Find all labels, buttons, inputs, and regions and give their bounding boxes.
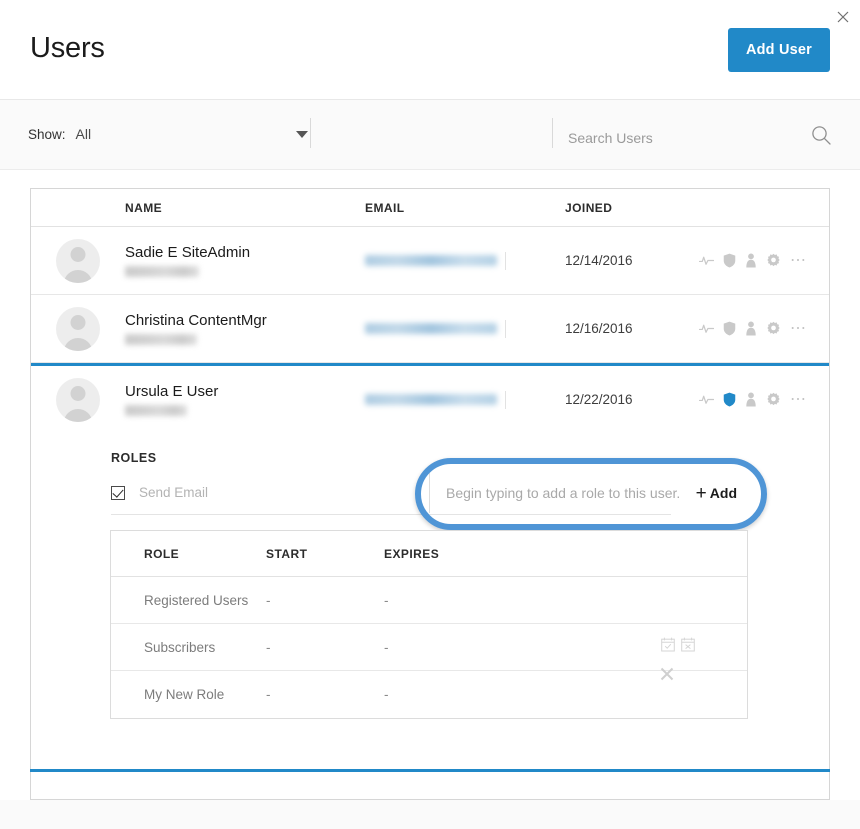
user-joined-date: 12/16/2016	[565, 321, 695, 336]
column-header-name: NAME	[125, 201, 365, 215]
table-row-selected[interactable]: Ursula E User 12/22/2016	[31, 363, 829, 433]
user-login-redacted	[125, 405, 187, 416]
user-email-cell	[365, 391, 565, 409]
show-filter-dropdown[interactable]: Show: All	[28, 126, 310, 142]
send-email-label: Send Email	[139, 485, 208, 500]
shield-icon[interactable]	[723, 253, 736, 268]
panel-bottom-row	[30, 772, 830, 800]
add-user-button[interactable]: Add User	[728, 28, 830, 72]
user-email-cell	[365, 320, 565, 338]
gear-icon[interactable]	[766, 253, 781, 268]
table-row[interactable]: Sadie E SiteAdmin 12/14/2016	[31, 227, 829, 295]
avatar-cell	[31, 378, 125, 422]
user-name-cell: Ursula E User	[125, 383, 365, 416]
activity-icon[interactable]	[699, 392, 714, 407]
column-header-start: START	[266, 547, 384, 561]
search-icon[interactable]	[810, 124, 832, 151]
column-header-expires: EXPIRES	[384, 547, 584, 561]
chevron-down-icon	[296, 131, 308, 138]
role-row[interactable]: My New Role - -	[111, 671, 747, 718]
role-name: Registered Users	[111, 593, 266, 608]
role-row[interactable]: Registered Users - -	[111, 577, 747, 624]
role-row[interactable]: Subscribers - -	[111, 624, 747, 671]
role-expires: -	[384, 593, 584, 608]
role-start: -	[266, 687, 384, 702]
more-icon[interactable]: ⋯	[790, 253, 807, 269]
role-start: -	[266, 593, 384, 608]
close-icon[interactable]	[832, 6, 854, 28]
page-header: Users Add User	[0, 0, 860, 100]
role-expires: -	[384, 640, 584, 655]
page-title: Users	[30, 32, 105, 65]
shield-icon[interactable]	[723, 392, 736, 407]
show-filter-value: All	[76, 126, 296, 142]
add-role-label: Add	[710, 485, 737, 501]
search-users-group	[568, 124, 832, 151]
roles-table-header: ROLE START EXPIRES	[111, 531, 747, 577]
user-joined-date: 12/22/2016	[565, 392, 695, 407]
email-cell-divider	[505, 391, 506, 409]
user-icon[interactable]	[745, 253, 757, 268]
role-name: Subscribers	[111, 640, 266, 655]
role-expires: -	[384, 687, 584, 702]
column-header-joined: JOINED	[565, 201, 695, 215]
activity-icon[interactable]	[699, 321, 714, 336]
activity-icon[interactable]	[699, 253, 714, 268]
user-icon[interactable]	[745, 321, 757, 336]
page-footer	[0, 800, 860, 829]
column-header-role: ROLE	[111, 547, 266, 561]
filter-divider-left	[310, 118, 311, 148]
user-email-redacted	[365, 255, 497, 266]
user-joined-date: 12/14/2016	[565, 253, 695, 268]
add-role-button[interactable]: + Add	[696, 484, 743, 503]
row-actions: ⋯	[695, 321, 829, 337]
user-login-redacted	[125, 266, 199, 277]
users-table-header: NAME EMAIL JOINED	[31, 189, 829, 227]
filter-divider-right	[552, 118, 553, 148]
table-row[interactable]: Christina ContentMgr 12/16/2016	[31, 295, 829, 363]
row-actions: ⋯	[695, 392, 829, 408]
avatar	[56, 307, 100, 351]
user-icon[interactable]	[745, 392, 757, 407]
more-icon[interactable]: ⋯	[790, 392, 807, 408]
filter-bar: Show: All	[0, 100, 860, 170]
user-name: Ursula E User	[125, 383, 365, 401]
users-management-page: Users Add User Show: All NAME EMAIL	[0, 0, 860, 829]
avatar	[56, 239, 100, 283]
user-name: Sadie E SiteAdmin	[125, 244, 365, 262]
add-role-field-group: + Add	[429, 473, 749, 513]
email-cell-divider	[505, 320, 506, 338]
calendar-check-icon[interactable]	[661, 637, 675, 657]
more-icon[interactable]: ⋯	[790, 321, 807, 337]
panel-bottom-fill	[30, 729, 830, 769]
avatar-cell	[31, 307, 125, 351]
user-login-redacted	[125, 334, 197, 345]
role-name: My New Role	[111, 687, 266, 702]
user-email-redacted	[365, 323, 497, 334]
show-filter-label: Show:	[28, 127, 66, 142]
avatar-cell	[31, 239, 125, 283]
plus-icon: +	[696, 484, 707, 503]
email-cell-divider	[505, 252, 506, 270]
search-input[interactable]	[568, 130, 810, 146]
role-input[interactable]	[444, 484, 696, 502]
gear-icon[interactable]	[766, 392, 781, 407]
user-email-redacted	[365, 394, 497, 405]
shield-icon[interactable]	[723, 321, 736, 336]
user-name: Christina ContentMgr	[125, 312, 365, 330]
roles-table: ROLE START EXPIRES Registered Users - - …	[110, 530, 748, 719]
column-header-email: EMAIL	[365, 201, 565, 215]
gear-icon[interactable]	[766, 321, 781, 336]
user-name-cell: Sadie E SiteAdmin	[125, 244, 365, 277]
role-row-actions	[584, 637, 747, 657]
user-name-cell: Christina ContentMgr	[125, 312, 365, 345]
row-actions: ⋯	[695, 253, 829, 269]
avatar	[56, 378, 100, 422]
calendar-x-icon[interactable]	[681, 637, 695, 657]
user-email-cell	[365, 252, 565, 270]
send-email-checkbox[interactable]	[111, 486, 125, 500]
roles-heading: ROLES	[111, 451, 157, 465]
role-start: -	[266, 640, 384, 655]
